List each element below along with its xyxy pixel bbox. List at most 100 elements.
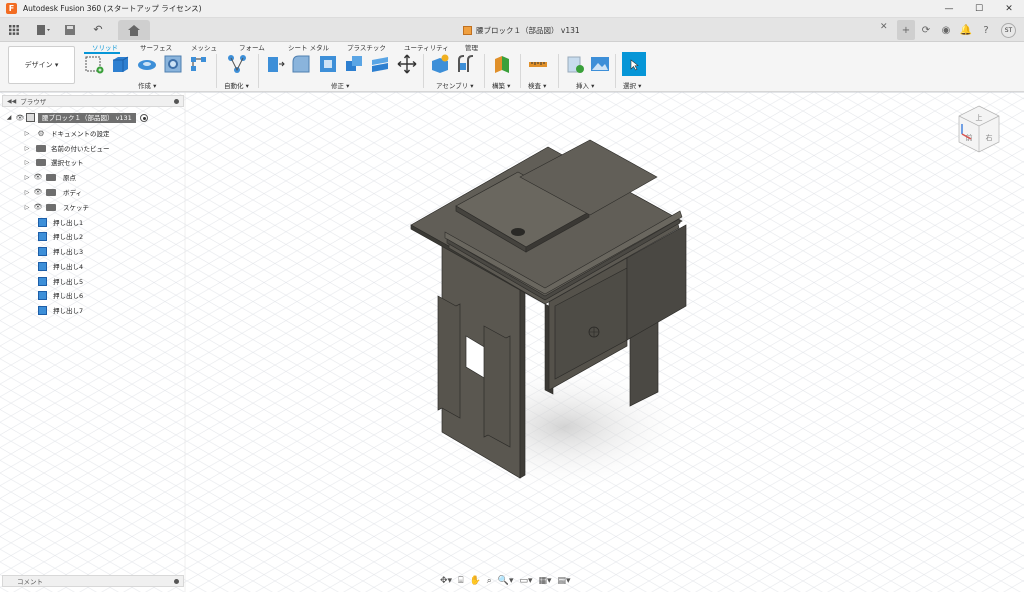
activate-radio-icon[interactable] — [139, 113, 148, 122]
construct-plane-icon[interactable] — [492, 54, 512, 74]
timeline-feature[interactable]: 押し出し1 — [38, 216, 83, 228]
fillet-icon[interactable] — [291, 54, 311, 74]
visibility-eye-icon[interactable]: 👁 — [32, 173, 44, 181]
thicken-icon[interactable] — [370, 54, 390, 74]
automate-icon[interactable] — [227, 54, 247, 74]
visibility-eye-icon[interactable]: 👁 — [14, 114, 26, 122]
tab-manage[interactable]: 管理 — [465, 42, 478, 52]
timeline-feature[interactable]: 押し出し2 — [38, 230, 83, 242]
expand-triangle-icon[interactable]: ▷ — [22, 159, 32, 166]
zoom-icon[interactable]: ⌕ — [487, 576, 492, 586]
comments-options-icon[interactable] — [174, 579, 179, 584]
root-component-label: 腰ブロック１（部品図） v131 — [38, 112, 136, 123]
tab-surface[interactable]: サーフェス — [140, 42, 172, 52]
close-window-button[interactable]: ✕ — [994, 0, 1024, 18]
timeline-feature[interactable]: 押し出し4 — [38, 260, 83, 272]
create-sketch-icon[interactable] — [84, 54, 104, 74]
tab-mesh[interactable]: メッシュ — [191, 42, 217, 52]
tab-utilities[interactable]: ユーティリティ — [404, 42, 449, 52]
job-status-icon[interactable]: ◉ — [937, 20, 955, 40]
group-select[interactable]: 選択 ▾ — [623, 80, 641, 90]
document-tab[interactable]: 腰ブロック１（部品図） v131 — [463, 22, 580, 38]
minimize-button[interactable]: — — [934, 0, 964, 18]
workspace-switcher[interactable]: デザイン ▾ — [8, 46, 75, 84]
document-tab-label: 腰ブロック１（部品図） v131 — [476, 25, 580, 35]
new-component-icon[interactable] — [430, 54, 450, 74]
insert-canvas-icon[interactable] — [590, 54, 610, 74]
expand-triangle-icon[interactable]: ▷ — [22, 189, 32, 196]
revolve-icon[interactable] — [137, 54, 157, 74]
user-avatar[interactable]: ST — [1001, 22, 1016, 38]
select-icon[interactable] — [622, 52, 646, 76]
ribbon-separator — [423, 54, 424, 88]
group-construct[interactable]: 構築 ▾ — [492, 80, 510, 90]
save-icon[interactable] — [62, 20, 78, 40]
browser-root-row[interactable]: ◢ 👁 腰ブロック１（部品図） v131 — [7, 112, 148, 123]
extrude-icon[interactable] — [110, 54, 130, 74]
expand-triangle-icon[interactable]: ▷ — [22, 130, 32, 137]
home-tab[interactable] — [118, 20, 150, 40]
display-settings-icon[interactable]: ▭▾ — [519, 576, 532, 586]
hole-icon[interactable] — [163, 54, 183, 74]
comments-panel[interactable]: コメント — [2, 575, 184, 587]
collapse-arrows-icon[interactable]: ◀◀ — [7, 98, 16, 105]
browser-item-origin[interactable]: ▷ 👁 原点 — [22, 171, 76, 183]
group-inspect[interactable]: 検査 ▾ — [528, 80, 546, 90]
expand-triangle-icon[interactable]: ▷ — [22, 174, 32, 181]
pan-icon[interactable]: ✋ — [469, 576, 480, 586]
timeline-feature[interactable]: 押し出し5 — [38, 275, 83, 287]
notifications-icon[interactable]: 🔔 — [957, 20, 975, 40]
extensions-icon[interactable]: ⟳ — [917, 20, 935, 40]
group-create[interactable]: 作成 ▾ — [138, 80, 156, 90]
browser-item-sketches[interactable]: ▷ 👁 スケッチ — [22, 201, 89, 213]
timeline-feature[interactable]: 押し出し7 — [38, 304, 83, 316]
browser-item-bodies[interactable]: ▷ 👁 ボディ — [22, 186, 82, 198]
move-copy-icon[interactable] — [397, 54, 417, 74]
panel-options-icon[interactable] — [174, 99, 179, 104]
help-icon[interactable]: ? — [977, 20, 995, 40]
extrude-feature-icon — [38, 290, 47, 300]
measure-icon[interactable] — [528, 54, 548, 74]
top-hole[interactable] — [511, 228, 525, 236]
viewcube[interactable]: 上 前 右 — [954, 102, 1004, 160]
tab-solid[interactable]: ソリッド — [92, 42, 118, 52]
file-menu-icon[interactable] — [36, 20, 52, 40]
grid-settings-icon[interactable]: ▦▾ — [539, 576, 552, 586]
ribbon-separator — [558, 54, 559, 88]
feature-label: 押し出し4 — [53, 263, 84, 271]
joint-icon[interactable] — [456, 54, 476, 74]
browser-item-document-settings[interactable]: ▷ ⚙ ドキュメントの設定 — [22, 127, 110, 139]
maximize-button[interactable]: ☐ — [964, 0, 994, 18]
group-modify[interactable]: 修正 ▾ — [331, 80, 349, 90]
visibility-eye-icon[interactable]: 👁 — [32, 188, 44, 196]
expand-triangle-icon[interactable]: ▷ — [22, 145, 32, 152]
timeline-feature[interactable]: 押し出し6 — [38, 289, 83, 301]
visibility-eye-icon[interactable]: 👁 — [32, 203, 44, 211]
browser-item-named-views[interactable]: ▷ 名前の付いたビュー — [22, 142, 110, 154]
folder-icon — [36, 144, 46, 152]
expand-triangle-icon[interactable]: ▷ — [22, 204, 32, 211]
expand-triangle-icon[interactable]: ◢ — [4, 114, 14, 121]
undo-icon[interactable]: ↶ — [90, 20, 106, 40]
browser-item-selection-sets[interactable]: ▷ 選択セット — [22, 156, 84, 168]
close-tab-icon[interactable]: ✕ — [880, 22, 888, 32]
pattern-icon[interactable] — [189, 54, 209, 74]
fit-icon[interactable]: 🔍▾ — [498, 576, 514, 586]
group-insert[interactable]: 挿入 ▾ — [576, 80, 594, 90]
combine-icon[interactable] — [344, 54, 364, 74]
insert-derive-icon[interactable] — [565, 54, 585, 74]
browser-item-label: 選択セット — [51, 159, 84, 167]
orbit-icon[interactable]: ✥▾ — [440, 576, 452, 586]
tab-sheet-metal[interactable]: シート メタル — [288, 42, 329, 52]
tab-plastic[interactable]: プラスチック — [347, 42, 386, 52]
tab-form[interactable]: フォーム — [239, 42, 265, 52]
timeline-feature[interactable]: 押し出し3 — [38, 245, 83, 257]
group-automate[interactable]: 自動化 ▾ — [224, 80, 249, 90]
new-tab-icon[interactable]: + — [897, 20, 915, 40]
group-assemble[interactable]: アセンブリ ▾ — [436, 80, 474, 90]
look-at-icon[interactable]: ⌸ — [458, 576, 463, 586]
shell-icon[interactable] — [318, 54, 338, 74]
press-pull-icon[interactable] — [265, 54, 285, 74]
grid-apps-icon[interactable] — [6, 20, 22, 40]
viewports-icon[interactable]: ▤▾ — [558, 576, 571, 586]
